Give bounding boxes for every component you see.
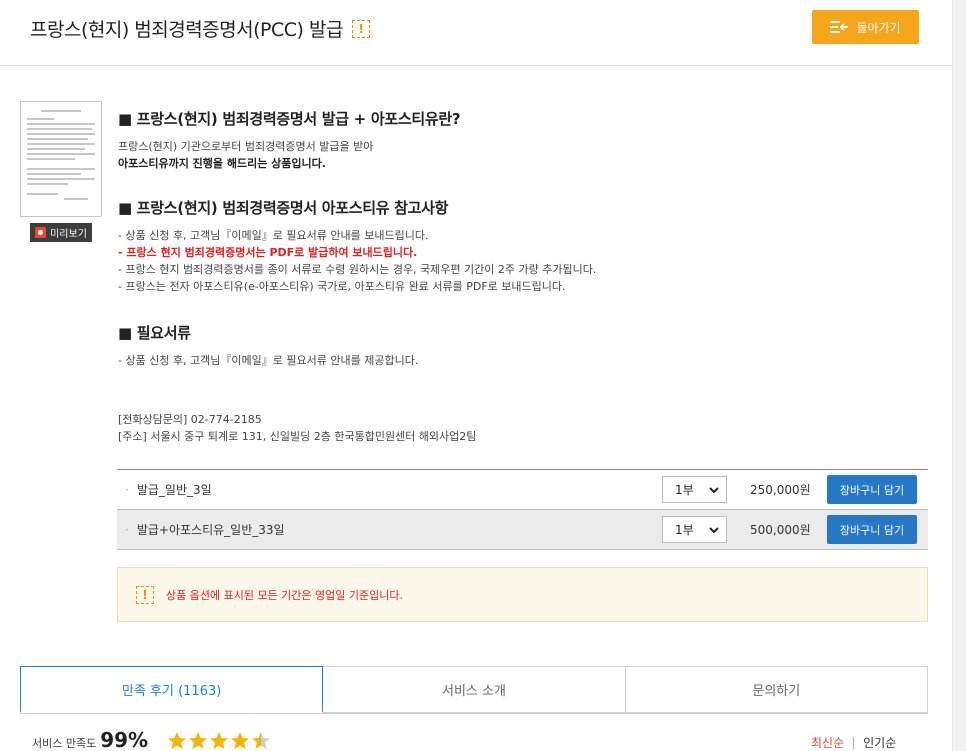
product-description: ■ 프랑스(현지) 범죄경력증명서 발급 + 아포스티유란? 프랑스(현지) 기… (118, 108, 928, 445)
quantity-select[interactable]: 1부 (662, 516, 727, 543)
list-back-icon (830, 21, 849, 33)
section-title-documents: ■ 필요서류 (118, 324, 191, 342)
thumb-line (27, 193, 58, 195)
option-row: · 발급+아포스티유_일반_33일 1부 500,000원 장바구니 담기 (117, 510, 928, 550)
star-icon (210, 732, 228, 749)
quantity-select[interactable]: 1부 (662, 476, 727, 503)
contact-phone: [전화상담문의] 02-774-2185 (118, 413, 262, 426)
add-to-cart-button[interactable]: 장바구니 담기 (827, 475, 917, 504)
page-scrollbar[interactable] (952, 0, 966, 751)
notes-line: - 프랑스는 전자 아포스티유(e-아포스티유) 국가로, 아포스티유 완료 서… (118, 280, 566, 293)
chevron-down-icon (709, 527, 719, 534)
warning-icon: ! (351, 19, 370, 38)
warning-icon: ! (136, 585, 154, 604)
notice-text: 상품 옵션에 표시된 모든 기간은 영업일 기준입니다. (166, 588, 403, 602)
satisfaction-percent: 99% (100, 728, 149, 751)
page-header: 프랑스(현지) 범죄경력증명서(PCC) 발급 ! 돌아가기 (0, 0, 952, 66)
sort-popular[interactable]: 인기순 (863, 734, 896, 751)
thumb-line (27, 138, 89, 140)
documents-line: - 상품 신청 후, 고객님『이메일』로 필요서류 안내를 제공합니다. (118, 354, 419, 367)
thumb-line (27, 178, 95, 180)
star-icon (189, 732, 207, 749)
add-to-cart-button[interactable]: 장바구니 담기 (827, 515, 917, 544)
satisfaction-label: 서비스 만족도 (32, 737, 97, 750)
thumb-line (64, 198, 89, 200)
thumb-line (27, 123, 95, 125)
thumb-line (27, 133, 95, 135)
notes-line: - 프랑스 현지 범죄경력증명서를 종이 서류로 수령 원하시는 경우, 국제우… (118, 263, 597, 276)
thumb-line (27, 158, 75, 160)
option-price: 250,000원 (750, 483, 811, 497)
thumb-line (40, 110, 82, 112)
option-name-text: 발급+아포스티유_일반_33일 (136, 523, 285, 537)
bullet-icon: · (125, 523, 129, 537)
star-icon (252, 732, 270, 749)
page-title-text: 프랑스(현지) 범죄경력증명서(PCC) 발급 (30, 19, 343, 41)
back-button[interactable]: 돌아가기 (812, 10, 919, 44)
thumb-line (27, 168, 95, 170)
section-title-notes: ■ 프랑스(현지) 범죄경력증명서 아포스티유 참고사항 (118, 199, 449, 217)
preview-button[interactable]: 미리보기 (30, 223, 92, 242)
business-day-notice: ! 상품 옵션에 표시된 모든 기간은 영업일 기준입니다. (117, 567, 928, 622)
zoom-icon (35, 227, 47, 238)
thumb-line (27, 173, 82, 175)
star-rating (167, 731, 272, 750)
star-icon (168, 732, 186, 749)
star-icon (231, 732, 249, 749)
option-name: · 발급_일반_3일 (125, 481, 212, 498)
section-title-overview: ■ 프랑스(현지) 범죄경력증명서 발급 + 아포스티유란? (118, 110, 461, 128)
thumb-line (27, 148, 85, 150)
overview-line: 아포스티유까지 진행을 해드리는 상품입니다. (118, 157, 326, 170)
option-name-text: 발급_일반_3일 (136, 483, 212, 497)
page-title: 프랑스(현지) 범죄경력증명서(PCC) 발급 ! (30, 15, 370, 42)
option-row: · 발급_일반_3일 1부 250,000원 장바구니 담기 (117, 470, 928, 510)
tab-reviews[interactable]: 만족 후기 (1163) (20, 666, 324, 713)
detail-tabs: 만족 후기 (1163) 서비스 소개 문의하기 (20, 666, 928, 714)
thumb-line (27, 128, 92, 130)
sort-divider (853, 736, 855, 749)
option-table: · 발급_일반_3일 1부 250,000원 장바구니 담기 · 발급+아포스티유_… (117, 469, 928, 550)
tab-inquiry[interactable]: 문의하기 (625, 666, 928, 713)
satisfaction-summary: 서비스 만족도 99% (32, 728, 148, 751)
chevron-down-icon (709, 487, 719, 494)
notes-line: - 상품 신청 후, 고객님『이메일』로 필요서류 안내를 보내드립니다. (118, 229, 429, 242)
quantity-value: 1부 (675, 523, 694, 537)
bullet-icon: · (125, 483, 129, 497)
notes-line-highlight: - 프랑스 현지 범죄경력증명서는 PDF로 발급하여 보내드립니다. (118, 246, 418, 259)
overview-line: 프랑스(현지) 기관으로부터 범죄경력증명서 발급을 받아 (118, 140, 374, 153)
thumb-line (27, 153, 95, 155)
thumb-line (27, 118, 55, 120)
thumb-line (27, 143, 95, 145)
sort-latest[interactable]: 최신순 (811, 734, 844, 751)
option-name: · 발급+아포스티유_일반_33일 (125, 521, 285, 538)
option-price: 500,000원 (750, 523, 811, 537)
review-sort: 최신순 인기순 (811, 734, 896, 751)
quantity-value: 1부 (675, 483, 694, 497)
preview-label: 미리보기 (50, 229, 87, 240)
document-thumbnail[interactable] (20, 101, 102, 217)
tab-service-intro[interactable]: 서비스 소개 (323, 666, 626, 713)
contact-address: [주소] 서울시 중구 퇴계로 131, 신일빌딩 2층 한국통합민원센터 해외… (118, 430, 477, 443)
thumb-line (27, 183, 68, 185)
back-button-label: 돌아가기 (856, 20, 901, 35)
